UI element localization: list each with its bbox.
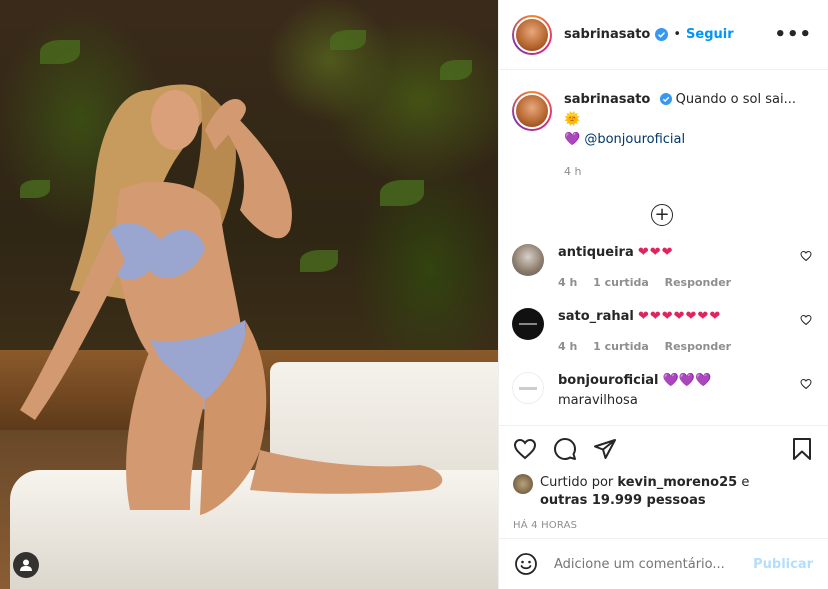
- post-header: sabrinasato • Seguir •••: [499, 0, 828, 70]
- comment-text: 💜💜💜: [662, 373, 712, 388]
- commenter-username[interactable]: antiqueira: [558, 245, 634, 260]
- add-comment-bar: Publicar: [499, 538, 828, 589]
- comment-time[interactable]: 4 h: [558, 340, 577, 353]
- likes-summary: Curtido por kevin_moreno25 e outras 19.9…: [513, 474, 813, 510]
- comments-section: sabrinasato Quando o sol sai... 🌞 💜 @bon…: [499, 70, 828, 425]
- comment-likes[interactable]: 1 curtida: [593, 276, 649, 289]
- author-avatar[interactable]: [512, 14, 552, 55]
- liked-by-conj: e: [741, 475, 750, 490]
- publish-button[interactable]: Publicar: [753, 557, 813, 572]
- post-caption: sabrinasato Quando o sol sai... 🌞 💜 @bon…: [512, 86, 812, 182]
- comment-text: ❤❤❤❤❤❤❤: [637, 309, 722, 324]
- author-username[interactable]: sabrinasato: [564, 27, 650, 42]
- sun-emoji: 🌞: [564, 112, 581, 127]
- like-comment-heart-icon[interactable]: [800, 378, 812, 390]
- comment-bubble-icon[interactable]: [553, 437, 577, 461]
- liked-by-prefix: Curtido por: [540, 475, 614, 490]
- load-more-comments[interactable]: +: [512, 204, 812, 226]
- post-timestamp[interactable]: HÁ 4 HORAS: [513, 520, 813, 531]
- post-actions: Curtido por kevin_moreno25 e outras 19.9…: [499, 425, 828, 531]
- plus-circle-icon[interactable]: +: [651, 204, 673, 226]
- post-sidebar: sabrinasato • Seguir ••• sabrinasato Qua…: [498, 0, 828, 589]
- comment-meta: 4 h 1 curtida Responder: [558, 274, 743, 292]
- post-photo[interactable]: [0, 0, 498, 589]
- caption-text: Quando o sol sai...: [675, 92, 796, 107]
- commenter-username[interactable]: sato_rahal: [558, 309, 634, 324]
- more-options-icon[interactable]: •••: [774, 24, 812, 45]
- separator-dot: •: [673, 27, 682, 42]
- commenter-avatar[interactable]: [512, 308, 544, 340]
- emoji-smiley-icon[interactable]: [514, 552, 538, 576]
- comment-time[interactable]: 4 h: [558, 276, 577, 289]
- caption-timestamp[interactable]: 4 h: [564, 162, 812, 182]
- commenter-username[interactable]: bonjouroficial: [558, 373, 659, 388]
- like-comment-heart-icon[interactable]: [800, 314, 812, 326]
- commenter-avatar[interactable]: [512, 244, 544, 276]
- model-figure: [20, 84, 443, 515]
- comment-text-line2: maravilhosa: [558, 393, 638, 408]
- comment-likes[interactable]: 1 curtida: [593, 340, 649, 353]
- commenter-avatar[interactable]: [512, 372, 544, 404]
- liked-by-user[interactable]: kevin_moreno25: [617, 475, 737, 490]
- verified-badge-icon: [659, 93, 672, 105]
- comment-meta: 4 h 1 curtida Responder: [558, 338, 743, 356]
- comment-text: ❤❤❤: [637, 245, 674, 260]
- comment-input[interactable]: [554, 556, 754, 572]
- reply-button[interactable]: Responder: [665, 276, 732, 289]
- comment-item: bonjouroficial 💜💜💜 maravilhosa: [512, 372, 812, 410]
- liker-avatar[interactable]: [513, 474, 533, 494]
- purple-heart-emoji: 💜: [564, 132, 581, 147]
- caption-avatar[interactable]: [512, 91, 552, 131]
- like-comment-heart-icon[interactable]: [800, 250, 812, 262]
- verified-badge-icon: [655, 28, 669, 41]
- liked-by-others[interactable]: outras 19.999 pessoas: [540, 493, 706, 508]
- share-paper-plane-icon[interactable]: [593, 437, 617, 461]
- bookmark-icon[interactable]: [791, 437, 813, 461]
- caption-mention-link[interactable]: @bonjouroficial: [584, 132, 685, 147]
- caption-username[interactable]: sabrinasato: [564, 92, 650, 107]
- like-heart-icon[interactable]: [513, 437, 537, 461]
- reply-button[interactable]: Responder: [665, 340, 732, 353]
- follow-button[interactable]: Seguir: [686, 27, 734, 42]
- comment-item: antiqueira ❤❤❤ 4 h 1 curtida Responder: [512, 244, 812, 292]
- tagged-users-button[interactable]: [13, 552, 39, 578]
- user-icon: [20, 559, 32, 571]
- comment-item: sato_rahal ❤❤❤❤❤❤❤ 4 h 1 curtida Respond…: [512, 308, 812, 356]
